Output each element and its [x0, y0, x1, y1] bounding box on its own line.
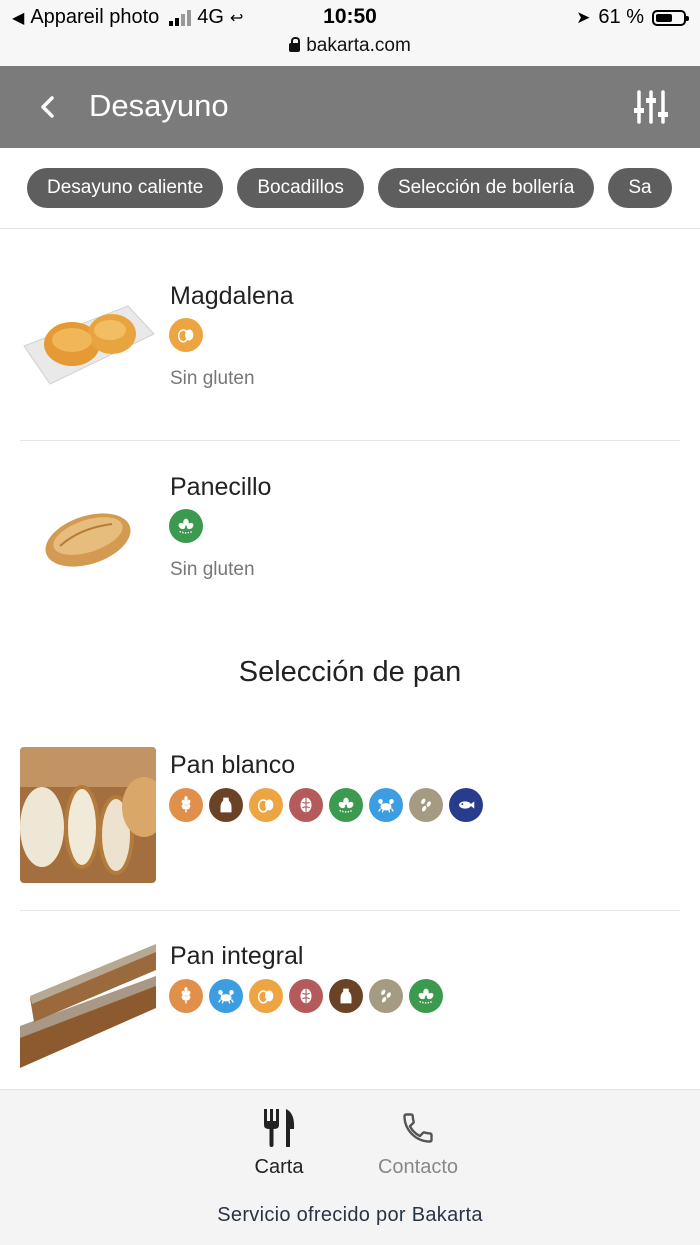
- item-name: Pan integral: [170, 942, 304, 970]
- fork-knife-icon: [264, 1109, 295, 1147]
- bottom-navigation: Carta Contacto Servicio ofrecido por Bak…: [0, 1089, 700, 1245]
- sesame-allergen-icon: [409, 788, 443, 822]
- chip-bocadillos[interactable]: Bocadillos: [237, 168, 364, 208]
- item-name: Pan blanco: [170, 751, 296, 779]
- item-name: Panecillo: [170, 473, 272, 501]
- crustacean-allergen-icon: [209, 979, 243, 1013]
- nuts-allergen-icon: [289, 979, 323, 1013]
- battery-icon: [652, 9, 689, 26]
- sesame-allergen-icon: [369, 979, 403, 1013]
- sliders-icon: [634, 90, 668, 124]
- address-bar[interactable]: bakarta.com: [0, 35, 700, 57]
- allergen-list: [169, 509, 203, 543]
- egg-allergen-icon: [249, 979, 283, 1013]
- allergen-list: [169, 318, 203, 352]
- menu-item-pan-blanco[interactable]: Pan blanco: [20, 747, 680, 887]
- back-button[interactable]: [30, 90, 64, 124]
- pan-integral-image: [20, 938, 156, 1074]
- egg-allergen-icon: [169, 318, 203, 352]
- item-note: Sin gluten: [170, 368, 255, 389]
- crustacean-allergen-icon: [369, 788, 403, 822]
- filter-button[interactable]: [632, 88, 670, 126]
- chip-seleccion-bolleria[interactable]: Selección de bollería: [377, 168, 595, 208]
- allergen-list: [169, 979, 443, 1013]
- menu-item-pan-integral[interactable]: Pan integral: [20, 938, 680, 1074]
- footer-credit: Servicio ofrecido por Bakarta: [217, 1204, 483, 1226]
- chip-desayuno-caliente[interactable]: Desayuno caliente: [27, 168, 224, 208]
- item-name: Magdalena: [170, 282, 294, 310]
- status-right: ➤ 61 %: [576, 6, 689, 29]
- location-arrow-icon: ➤: [576, 7, 591, 27]
- menu-item-panecillo[interactable]: Panecillo Sin gluten: [20, 468, 680, 608]
- lupin-allergen-icon: [409, 979, 443, 1013]
- phone-icon: [403, 1113, 433, 1143]
- lupin-allergen-icon: [329, 788, 363, 822]
- chip-next[interactable]: Sa: [608, 168, 672, 208]
- chevron-left-icon: [41, 96, 54, 118]
- milk-allergen-icon: [329, 979, 363, 1013]
- page-title: Desayuno: [89, 88, 229, 123]
- category-chips: Desayuno caliente Bocadillos Selección d…: [0, 148, 700, 229]
- gluten-allergen-icon: [169, 788, 203, 822]
- lock-icon: [289, 37, 301, 52]
- nuts-allergen-icon: [289, 788, 323, 822]
- menu-item-magdalena[interactable]: Magdalena Sin gluten: [20, 264, 680, 414]
- tab-carta-label: Carta: [254, 1156, 304, 1178]
- item-note: Sin gluten: [170, 559, 255, 580]
- app-header: Desayuno: [0, 66, 700, 148]
- status-bar: ◀ Appareil photo 4G ↩ 10:50 ➤ 61 % bakar…: [0, 0, 700, 66]
- fish-allergen-icon: [449, 788, 483, 822]
- egg-allergen-icon: [249, 788, 283, 822]
- allergen-list: [169, 788, 483, 822]
- divider: [20, 440, 680, 441]
- url-text: bakarta.com: [306, 35, 411, 56]
- battery-percent: 61 %: [598, 6, 644, 28]
- tab-contacto[interactable]: Contacto: [358, 1108, 478, 1179]
- divider: [20, 910, 680, 911]
- milk-allergen-icon: [209, 788, 243, 822]
- lupin-allergen-icon: [169, 509, 203, 543]
- panecillo-image: [20, 468, 156, 604]
- section-title: Selección de pan: [238, 656, 462, 688]
- tab-carta[interactable]: Carta: [219, 1108, 339, 1179]
- gluten-allergen-icon: [169, 979, 203, 1013]
- magdalena-image: [20, 264, 156, 400]
- pan-blanco-image: [20, 747, 156, 883]
- tab-contacto-label: Contacto: [377, 1156, 459, 1178]
